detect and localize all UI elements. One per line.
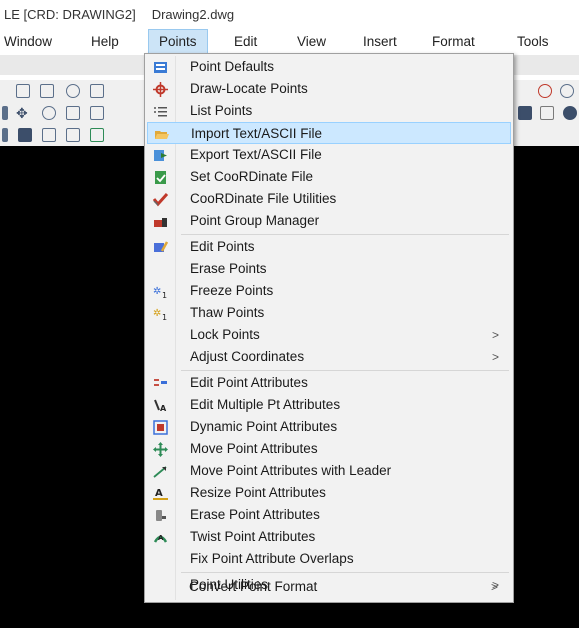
svg-text:1: 1 <box>162 313 167 321</box>
rotate-icon[interactable] <box>42 106 56 120</box>
folder-open-icon <box>154 127 169 142</box>
resize-icon: A <box>153 486 168 501</box>
dimension-icon[interactable] <box>40 84 54 98</box>
menu-edit[interactable]: Edit <box>234 29 257 55</box>
menu-item-thaw-points[interactable]: ✲ 1 Thaw Points <box>147 302 511 324</box>
circle-tool-icon[interactable] <box>66 84 80 98</box>
menu-insert[interactable]: Insert <box>363 29 397 55</box>
edit-attributes-icon <box>153 376 168 391</box>
menu-bar: Window Help Points Edit View Insert Form… <box>0 29 579 55</box>
export-icon <box>153 148 168 163</box>
twist-icon: A <box>153 530 168 545</box>
layer-icon[interactable] <box>42 128 56 142</box>
paint-icon[interactable] <box>540 106 554 120</box>
edit-multiple-icon: A <box>153 398 168 413</box>
menu-item-draw-locate-points[interactable]: Draw-Locate Points <box>147 78 511 100</box>
menu-help[interactable]: Help <box>91 29 119 55</box>
group-manager-icon <box>153 214 168 229</box>
set-file-icon <box>153 170 168 185</box>
menu-view[interactable]: View <box>297 29 326 55</box>
menu-item-erase-points[interactable]: Erase Points <box>147 258 511 280</box>
table-icon[interactable] <box>90 84 104 98</box>
menu-item-edit-point-attributes[interactable]: Edit Point Attributes <box>147 372 511 394</box>
checkmark-icon <box>153 192 168 207</box>
submenu-arrow: > <box>490 580 498 594</box>
menu-item-coordinate-file-utilities[interactable]: CooRDinate File Utilities <box>147 188 511 210</box>
menu-item-resize-point-attributes[interactable]: A Resize Point Attributes <box>147 482 511 504</box>
points-menu: Point Defaults Draw-Locate Points List P… <box>144 53 514 603</box>
svg-text:✲: ✲ <box>153 286 161 297</box>
menu-item-twist-point-attributes[interactable]: A Twist Point Attributes <box>147 526 511 548</box>
menu-points[interactable]: Points <box>148 29 208 55</box>
menu-item-move-point-attributes-with-leader[interactable]: Move Point Attributes with Leader <box>147 460 511 482</box>
match-icon[interactable] <box>90 128 104 142</box>
target-icon[interactable] <box>560 84 574 98</box>
menu-item-import-text-ascii[interactable]: Import Text/ASCII File <box>147 122 511 144</box>
menu-item-convert-point-format[interactable]: Convert Point Format > <box>146 576 510 598</box>
leader-icon <box>153 464 168 479</box>
move-tool-icon[interactable]: ✥ <box>16 106 30 120</box>
hatch-icon[interactable] <box>16 84 30 98</box>
edit-points-icon <box>153 240 168 255</box>
zoom-icon[interactable] <box>538 84 552 98</box>
menu-item-lock-points[interactable]: Lock Points > <box>147 324 511 346</box>
window-title: LE [CRD: DRAWING2] <box>4 6 136 22</box>
svg-text:A: A <box>160 404 167 413</box>
list-points-icon <box>153 104 168 119</box>
menu-item-point-defaults[interactable]: Point Defaults <box>147 56 511 78</box>
menu-format[interactable]: Format <box>432 29 475 55</box>
menu-item-move-point-attributes[interactable]: Move Point Attributes <box>147 438 511 460</box>
svg-text:A: A <box>155 488 163 499</box>
menu-separator <box>181 234 509 235</box>
title-bar: LE [CRD: DRAWING2] Drawing2.dwg <box>0 0 579 28</box>
draw-locate-icon <box>153 82 168 97</box>
svg-text:A: A <box>158 534 164 542</box>
menu-item-freeze-points[interactable]: ✲ 1 Freeze Points <box>147 280 511 302</box>
freeze-icon: ✲ 1 <box>153 284 168 299</box>
menu-item-point-group-manager[interactable]: Point Group Manager <box>147 210 511 232</box>
menu-item-fix-point-attribute-overlaps[interactable]: Fix Point Attribute Overlaps <box>147 548 511 570</box>
globe-icon[interactable] <box>563 106 577 120</box>
properties-icon[interactable] <box>66 128 80 142</box>
menu-item-edit-multiple-pt-attributes[interactable]: A Edit Multiple Pt Attributes <box>147 394 511 416</box>
menu-separator <box>181 370 509 371</box>
svg-text:1: 1 <box>162 291 167 299</box>
submenu-arrow: > <box>491 350 499 364</box>
pan-icon[interactable] <box>518 106 532 120</box>
stretch-icon[interactable] <box>90 106 104 120</box>
grip-icon <box>2 106 8 120</box>
dynamic-attributes-icon <box>153 420 168 435</box>
thaw-icon: ✲ 1 <box>153 306 168 321</box>
menu-item-set-coordinate-file[interactable]: Set CooRDinate File <box>147 166 511 188</box>
menu-separator <box>181 572 509 573</box>
point-defaults-icon <box>153 60 168 75</box>
menu-item-erase-point-attributes[interactable]: Erase Point Attributes <box>147 504 511 526</box>
menu-item-adjust-coordinates[interactable]: Adjust Coordinates > <box>147 346 511 368</box>
document-title: Drawing2.dwg <box>151 6 235 22</box>
erase-attributes-icon <box>153 508 168 523</box>
menu-item-edit-points[interactable]: Edit Points <box>147 236 511 258</box>
menu-item-list-points[interactable]: List Points <box>147 100 511 122</box>
grip-icon <box>2 128 8 142</box>
scale-icon[interactable] <box>66 106 80 120</box>
block-icon[interactable] <box>18 128 32 142</box>
menu-item-export-text-ascii[interactable]: Export Text/ASCII File <box>147 144 511 166</box>
svg-text:✲: ✲ <box>153 308 161 319</box>
submenu-arrow: > <box>491 328 499 342</box>
move-icon <box>153 442 168 457</box>
menu-item-dynamic-point-attributes[interactable]: Dynamic Point Attributes <box>147 416 511 438</box>
menu-tools[interactable]: Tools <box>517 29 549 55</box>
menu-window[interactable]: Window <box>4 29 52 55</box>
